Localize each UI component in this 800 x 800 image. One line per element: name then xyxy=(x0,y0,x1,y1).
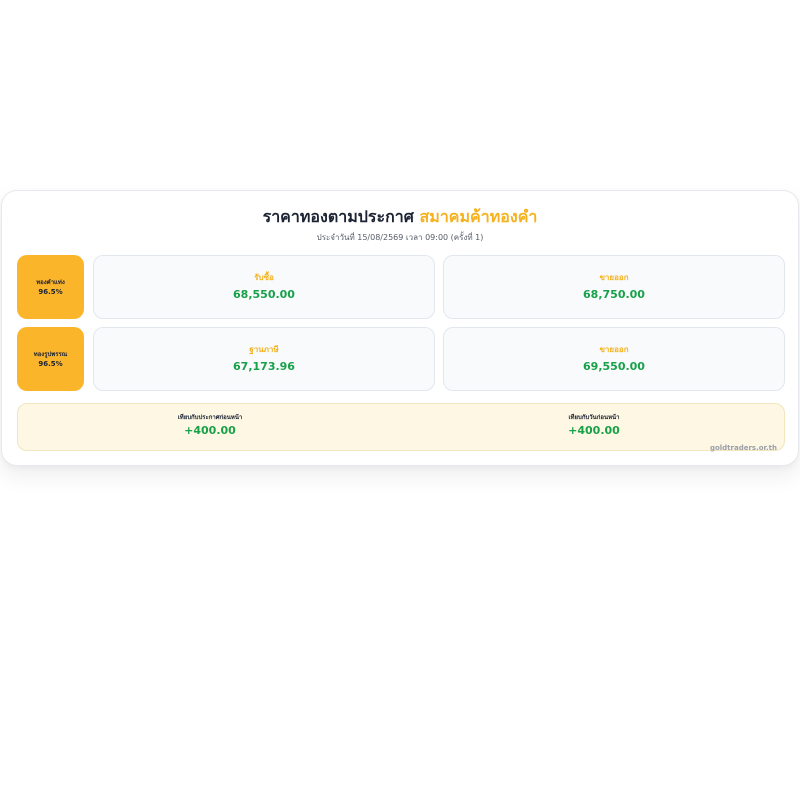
price-label: ขายออก xyxy=(599,272,629,282)
title-main: ราคาทองตามประกาศ xyxy=(262,207,414,226)
price-value: 69,550.00 xyxy=(583,359,645,373)
change-label: เทียบกับวันก่อนหน้า xyxy=(568,414,620,421)
source-link[interactable]: goldtraders.or.th xyxy=(710,443,777,453)
gold-purity: 96.5% xyxy=(38,287,63,296)
change-label: เทียบกับประกาศก่อนหน้า xyxy=(177,414,243,421)
change-vs-previous-day: เทียบกับวันก่อนหน้า +400.00 xyxy=(402,413,786,438)
page-title: ราคาทองตามประกาศ สมาคมค้าทองคำ xyxy=(2,207,798,227)
price-value: 68,550.00 xyxy=(233,287,295,301)
gold-bar-sell-box: ขายออก 68,750.00 xyxy=(443,255,785,319)
gold-type-name: ทองรูปพรรณ xyxy=(33,350,68,358)
gold-bar-label-box: ทองคำแท่ง 96.5% xyxy=(17,255,84,319)
gold-ornament-sell-box: ขายออก 69,550.00 xyxy=(443,327,785,391)
price-value: 68,750.00 xyxy=(583,287,645,301)
change-value: +400.00 xyxy=(184,424,236,437)
gold-ornament-row: ทองรูปพรรณ 96.5% ฐานภาษี 67,173.96 ขายออ… xyxy=(17,327,785,391)
title-association: สมาคมค้าทองคำ xyxy=(419,207,538,226)
price-label: ขายออก xyxy=(599,344,629,354)
price-label: ฐานภาษี xyxy=(249,344,279,354)
gold-ornament-tax-base-box: ฐานภาษี 67,173.96 xyxy=(93,327,435,391)
gold-purity: 96.5% xyxy=(38,359,63,368)
change-value: +400.00 xyxy=(568,424,620,437)
price-label: รับซื้อ xyxy=(254,272,274,282)
change-vs-previous-announcement: เทียบกับประกาศก่อนหน้า +400.00 xyxy=(18,413,402,438)
gold-bar-row: ทองคำแท่ง 96.5% รับซื้อ 68,550.00 ขายออก… xyxy=(17,255,785,319)
announcement-datetime: ประจำวันที่ 15/08/2569 เวลา 09:00 (ครั้ง… xyxy=(316,233,484,242)
gold-bar-buy-box: รับซื้อ 68,550.00 xyxy=(93,255,435,319)
gold-price-card: ราคาทองตามประกาศ สมาคมค้าทองคำ ประจำวันท… xyxy=(1,190,799,466)
gold-ornament-label-box: ทองรูปพรรณ 96.5% xyxy=(17,327,84,391)
gold-type-name: ทองคำแท่ง xyxy=(36,278,65,286)
price-value: 67,173.96 xyxy=(233,359,295,373)
price-change-panel: เทียบกับประกาศก่อนหน้า +400.00 เทียบกับว… xyxy=(17,403,785,451)
